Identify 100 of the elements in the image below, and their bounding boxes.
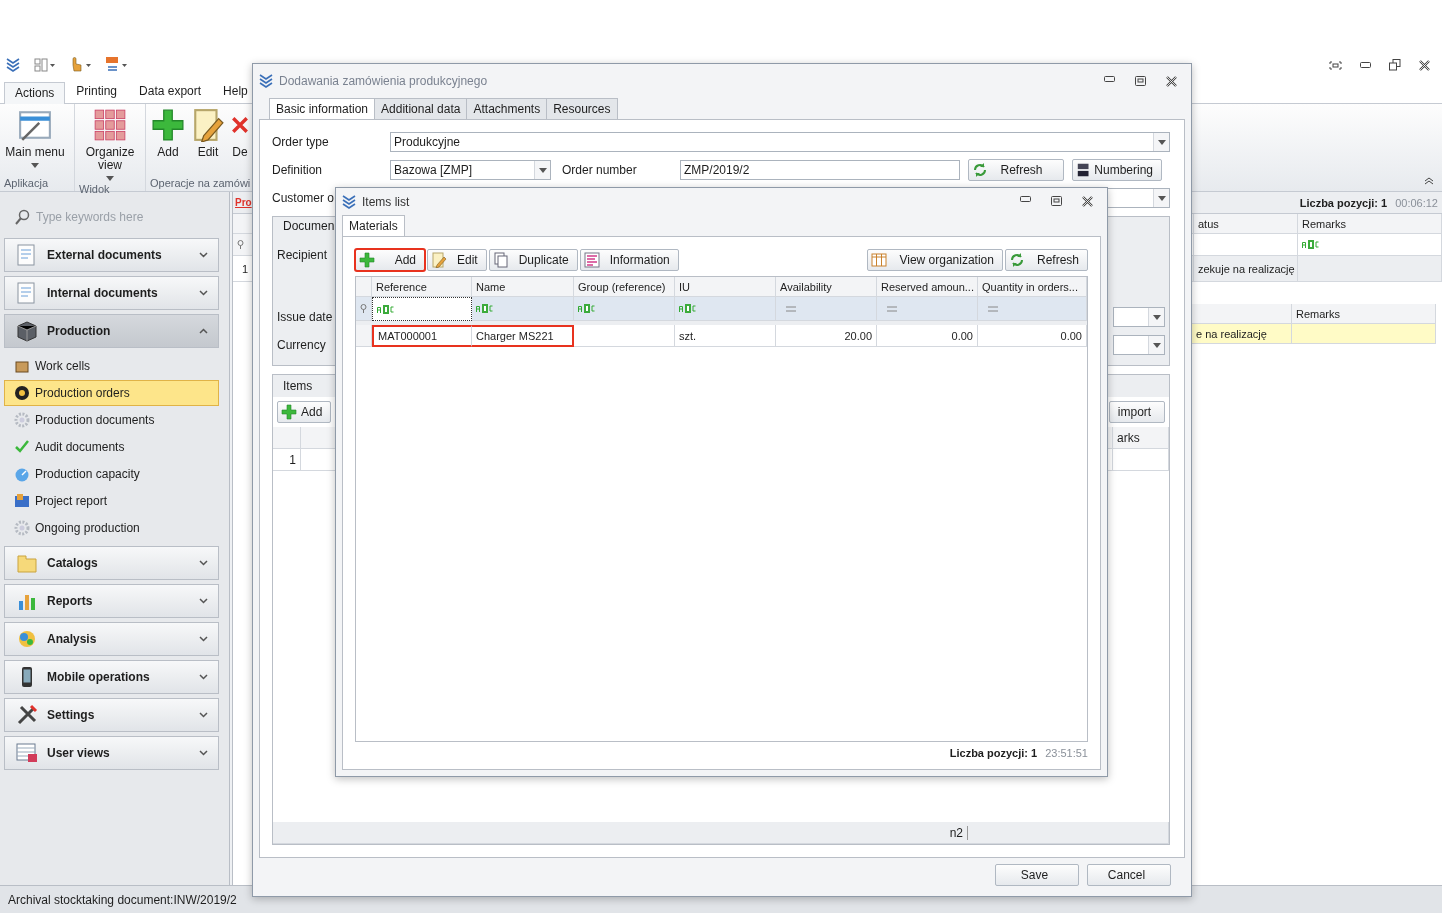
table-cell: MAT000001 bbox=[372, 325, 472, 347]
field-label: Definition bbox=[272, 163, 323, 177]
nav-item[interactable]: Ongoing production bbox=[4, 515, 219, 541]
close-icon[interactable] bbox=[1166, 75, 1177, 87]
column-header[interactable]: Remarks bbox=[1292, 304, 1436, 324]
text-field[interactable]: ZMP/2019/2 bbox=[680, 160, 960, 180]
nav-group-header[interactable]: Catalogs bbox=[4, 546, 219, 580]
elapsed-time: 23:51:51 bbox=[1045, 747, 1088, 759]
list-icon bbox=[583, 252, 600, 268]
ribbon-tab[interactable]: Printing bbox=[65, 80, 129, 103]
maximize-icon[interactable] bbox=[1135, 75, 1146, 86]
ribbon-button[interactable]: Add bbox=[150, 106, 186, 175]
minimize-icon[interactable] bbox=[1020, 196, 1031, 202]
menu-window-icon bbox=[18, 108, 52, 142]
dropdown-field[interactable] bbox=[1113, 307, 1165, 327]
ribbon-tab[interactable]: Data export bbox=[128, 80, 213, 103]
hand-pointer-icon[interactable] bbox=[70, 57, 92, 73]
toolbar-button[interactable]: Edit bbox=[427, 249, 487, 271]
group-title: Items bbox=[283, 379, 313, 393]
ribbon-group-label: Aplikacja bbox=[4, 176, 50, 191]
nav-group-header[interactable]: Production bbox=[4, 314, 219, 348]
list-tab[interactable]: Pro bbox=[235, 197, 252, 208]
layout-icon[interactable] bbox=[34, 58, 56, 72]
column-header[interactable]: atus bbox=[1194, 214, 1298, 234]
close-icon[interactable] bbox=[1082, 196, 1093, 207]
tab[interactable]: Attachments bbox=[466, 98, 548, 119]
column-header[interactable]: Remarks bbox=[1298, 214, 1442, 234]
column-header[interactable]: Reference bbox=[372, 277, 472, 297]
tab[interactable]: Basic information bbox=[269, 98, 376, 119]
cross-icon bbox=[231, 116, 249, 134]
equals-filter-icon bbox=[786, 305, 796, 312]
nav-group-header[interactable]: Mobile operations bbox=[4, 660, 219, 694]
grid-icon bbox=[93, 108, 127, 142]
numbering-icon bbox=[1076, 162, 1091, 178]
chevrons-logo-icon bbox=[259, 74, 273, 88]
field-label: Recipient bbox=[277, 248, 328, 262]
column-header[interactable]: Availability bbox=[776, 277, 877, 297]
columns-icon bbox=[871, 252, 888, 268]
nav-group-header[interactable]: Analysis bbox=[4, 622, 219, 656]
dropdown-field[interactable] bbox=[1113, 335, 1165, 355]
window-list-icon bbox=[15, 741, 39, 765]
chevron-down-icon bbox=[199, 252, 208, 258]
toolbar-button[interactable]: View organization bbox=[867, 249, 1003, 271]
toolbar-button[interactable]: Duplicate bbox=[488, 249, 578, 271]
ribbon-tab[interactable]: Actions bbox=[4, 82, 66, 104]
toolbar-button[interactable]: Refresh bbox=[1004, 249, 1088, 271]
dialog-button[interactable]: Save bbox=[995, 864, 1079, 886]
column-header[interactable]: IU bbox=[675, 277, 776, 297]
nav-item[interactable]: Work cells bbox=[4, 353, 219, 379]
maximize-icon[interactable] bbox=[1051, 196, 1062, 206]
add-button[interactable]: Add bbox=[277, 401, 332, 423]
filter-cell[interactable] bbox=[372, 297, 472, 321]
dropdown-field[interactable]: Bazowa [ZMP] bbox=[390, 160, 551, 180]
nav-group-header[interactable]: Reports bbox=[4, 584, 219, 618]
column-header[interactable]: Name bbox=[472, 277, 574, 297]
close-icon[interactable] bbox=[1419, 59, 1430, 71]
tab[interactable]: Resources bbox=[546, 98, 618, 119]
numbering-button[interactable]: Numbering bbox=[1072, 159, 1162, 181]
tab[interactable]: Additional data bbox=[374, 98, 468, 119]
nav-item[interactable]: Production orders bbox=[4, 380, 219, 406]
ribbon-button[interactable]: Organize view bbox=[79, 106, 141, 183]
ribbon-button[interactable]: De bbox=[230, 106, 250, 175]
dialog-button[interactable]: Cancel bbox=[1087, 864, 1171, 886]
cell-icon bbox=[14, 358, 30, 374]
dropdown-field[interactable]: Produkcyjne bbox=[390, 132, 1170, 152]
column-header[interactable]: Quantity in orders... bbox=[978, 277, 1087, 297]
nav-group-header[interactable]: Settings bbox=[4, 698, 219, 732]
minimize-icon[interactable] bbox=[1360, 62, 1371, 68]
fullscreen-icon[interactable] bbox=[1329, 60, 1342, 70]
minimize-icon[interactable] bbox=[1104, 75, 1115, 82]
refresh-button[interactable]: Refresh bbox=[968, 159, 1064, 181]
nav-item[interactable]: Project report bbox=[4, 488, 219, 514]
spellcheck-icon[interactable] bbox=[106, 57, 128, 73]
toolbar-button[interactable]: Information bbox=[579, 249, 679, 271]
report-icon bbox=[14, 493, 30, 509]
ribbon-button[interactable]: Edit bbox=[190, 106, 226, 175]
nav-group-header[interactable]: External documents bbox=[4, 238, 219, 272]
column-header[interactable]: Reserved amoun... bbox=[877, 277, 978, 297]
nav-item[interactable]: Production documents bbox=[4, 407, 219, 433]
collapse-ribbon-icon[interactable] bbox=[1424, 177, 1434, 185]
table-cell: szt. bbox=[675, 325, 776, 347]
group-row-label: zekuje na realizację bbox=[1194, 256, 1298, 282]
column-header[interactable]: arks bbox=[1113, 427, 1169, 449]
ribbon-button[interactable]: Main menu bbox=[4, 106, 66, 175]
nav-group-header[interactable]: Internal documents bbox=[4, 276, 219, 310]
pencil-paper-icon bbox=[431, 252, 447, 268]
nav-item[interactable]: Audit documents bbox=[4, 434, 219, 460]
nav-group-header[interactable]: User views bbox=[4, 736, 219, 770]
nav-item[interactable]: Production capacity bbox=[4, 461, 219, 487]
restore-icon[interactable] bbox=[1389, 59, 1401, 71]
tab[interactable]: Materials bbox=[342, 215, 405, 236]
caret-icon bbox=[106, 176, 114, 181]
import-button[interactable]: import bbox=[1109, 401, 1165, 423]
item-count: Liczba pozycji: 1 bbox=[1299, 196, 1388, 209]
toolbar-button[interactable]: Add bbox=[355, 249, 425, 271]
filter-pin-icon bbox=[237, 240, 244, 249]
chevron-down-icon bbox=[199, 712, 208, 718]
item-count: Liczba pozycji: 1 bbox=[949, 747, 1038, 759]
column-header[interactable]: Group (reference) bbox=[574, 277, 675, 297]
pencil-paper-icon bbox=[191, 108, 225, 142]
